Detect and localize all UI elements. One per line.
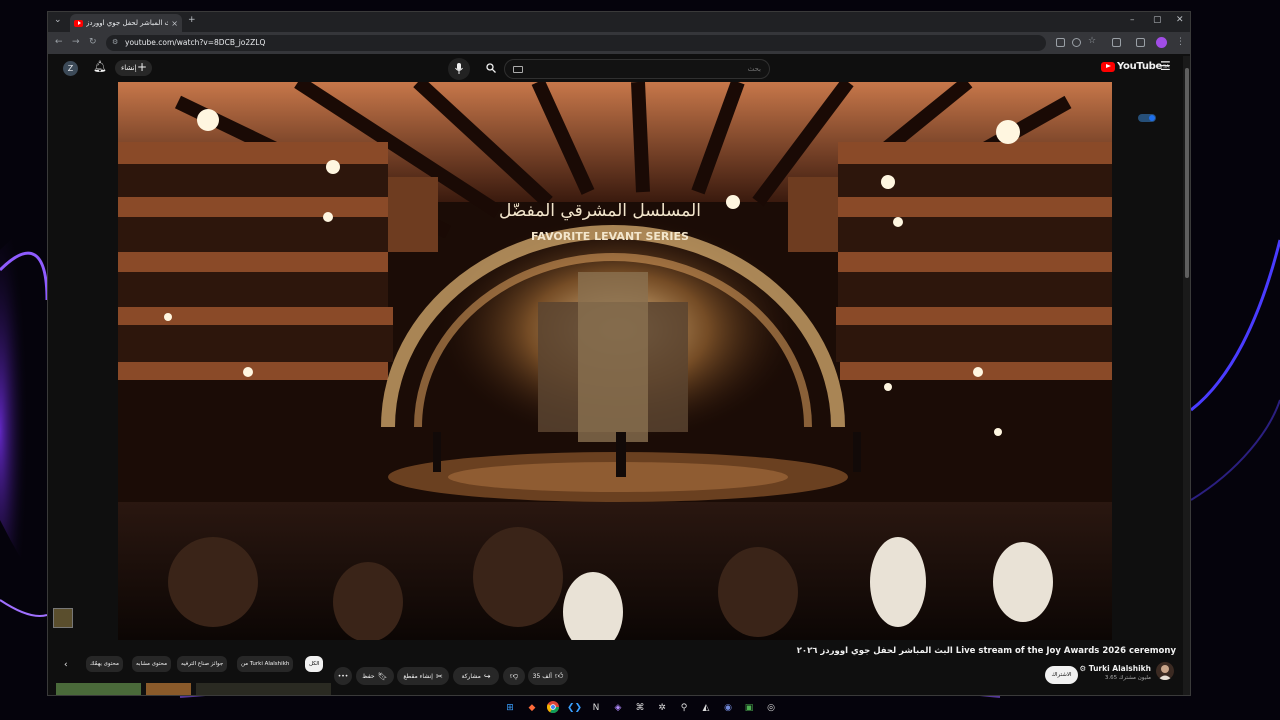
recommendation-thumbnails [56,683,336,695]
youtube-logo-icon [1101,61,1115,72]
verified-icon: ⚙ [1079,664,1089,673]
app-icon-12[interactable]: ◎ [764,701,778,715]
thumbnail-1[interactable] [56,683,141,695]
save-button[interactable]: حفظ 🔖︎ [356,667,394,685]
youtube-header: Z 🔔︎ إنشاء + بحث YouTube SA ☰ [48,54,1184,82]
channel-avatar[interactable] [1156,662,1174,680]
miniplayer-thumbnail[interactable] [53,608,73,628]
account-avatar[interactable]: Z [63,61,78,76]
minimize-button[interactable]: – [1130,15,1135,25]
notifications-bell-icon[interactable]: 🔔︎ [93,60,107,73]
privacy-icon[interactable] [1072,38,1081,47]
chrome-icon[interactable] [546,701,560,715]
keyboard-icon[interactable] [513,66,523,73]
like-count: 35 ألف [532,672,552,680]
tab-title: البث المباشر لحفل جوي اووردز [86,19,168,27]
clip-button[interactable]: إنشاء مقطع ✂ [397,667,449,685]
start-icon[interactable]: ⊞ [503,701,517,715]
video-player[interactable]: المسلسل المشرقي المفضّل FAVORITE LEVANT … [118,82,1112,640]
vscode-icon[interactable]: ❮❯ [567,701,582,715]
scrollbar-thumb[interactable] [1185,68,1189,278]
autoplay-toggle[interactable] [1138,114,1156,122]
thumbnail-3[interactable] [196,683,331,695]
terminal-icon[interactable]: ▣ [742,701,756,715]
chip-awards[interactable]: جوائز صناع الترفيه [177,656,228,672]
page-scrollbar[interactable] [1183,56,1190,695]
reload-icon[interactable]: ↻ [89,37,97,47]
chevron-left-icon[interactable]: ‹ [64,660,68,670]
like-button[interactable]: 35 ألف 👍︎ [528,667,568,685]
chip-related[interactable]: محتوى مشابه [132,656,172,672]
menu-kebab-icon[interactable]: ⋮ [1176,37,1185,47]
stage-sign-english: FAVORITE LEVANT SERIES [531,230,689,243]
create-button[interactable]: إنشاء + [115,60,152,76]
microphone-icon [455,62,463,74]
bookmark-star-icon[interactable]: ☆ [1088,36,1096,46]
thumbs-down-icon: 👎︎ [509,671,519,680]
browser-toolbar: ← → ↻ ⚙ youtube.com/watch?v=8DCB_jo2ZLQ … [48,32,1190,54]
close-window-button[interactable]: ✕ [1176,15,1184,25]
chip-for-you[interactable]: محتوى يهمّك [86,656,123,672]
address-bar[interactable]: ⚙ youtube.com/watch?v=8DCB_jo2ZLQ [106,35,1046,51]
scissors-icon: ✂ [435,671,443,681]
thumbnail-2[interactable] [146,683,191,695]
app-icon-9[interactable]: ◭ [699,701,713,715]
app-icon-7[interactable]: ✲ [655,701,669,715]
browser-window: ⌄ البث المباشر لحفل جوي اووردز × + – ▢ ✕… [47,11,1191,696]
tab-close-icon[interactable]: × [171,19,178,28]
thumbs-up-icon: 👍︎ [554,671,564,680]
dislike-button[interactable]: 👎︎ [503,667,525,685]
clip-label: إنشاء مقطع [403,672,433,680]
bookmark-icon: 🔖︎ [377,671,388,681]
stage-sign-arabic: المسلسل المشرقي المفضّل [499,201,701,221]
desktop: ⌄ البث المباشر لحفل جوي اووردز × + – ▢ ✕… [0,0,1280,720]
app-icon-8[interactable]: ⚲ [677,701,691,715]
voice-search-button[interactable] [448,58,470,80]
cast-icon[interactable] [1056,38,1065,47]
search-placeholder: بحث [747,65,761,73]
subscribe-button[interactable]: الاشتراك [1045,666,1078,684]
create-label: إنشاء [121,64,137,72]
share-label: مشاركة [461,672,481,680]
youtube-logo-text: YouTube [1117,61,1162,72]
new-tab-button[interactable]: + [188,15,196,25]
hamburger-menu-icon[interactable]: ☰ [1160,59,1171,73]
chrome-logo [546,701,559,714]
search-input[interactable]: بحث [504,59,770,79]
channel-name-text: Turki Alalshikh [1088,664,1151,673]
video-frame: المسلسل المشرقي المفضّل FAVORITE LEVANT … [118,82,1112,640]
discord-icon[interactable]: ◉ [721,701,735,715]
url-text: youtube.com/watch?v=8DCB_jo2ZLQ [125,38,266,47]
site-info-icon[interactable]: ⚙ [112,38,118,46]
notion-icon[interactable]: N [589,701,603,715]
obsidian-icon[interactable]: ◈ [611,701,625,715]
brave-icon[interactable]: ◆ [525,701,539,715]
extensions-icon[interactable] [1112,38,1121,47]
tab-youtube[interactable]: البث المباشر لحفل جوي اووردز × [70,14,182,32]
taskbar: ⊞ ◆ ❮❯ N ◈ ⌘ ✲ ⚲ ◭ ◉ ▣ ◎ [0,697,1280,720]
tab-search-icon[interactable]: ⌄ [54,15,62,25]
channel-avatar-image [1156,662,1174,680]
reading-list-icon[interactable] [1136,38,1145,47]
chip-from-channel[interactable]: من Turki Alalshikh [237,656,294,672]
search-icon [486,63,496,73]
search-button[interactable] [478,59,504,79]
maximize-button[interactable]: ▢ [1153,15,1162,25]
forward-icon[interactable]: → [72,37,80,47]
plus-icon: + [136,60,147,74]
youtube-logo[interactable]: YouTube SA [1101,61,1169,72]
youtube-favicon-icon [74,19,83,27]
save-label: حفظ [362,672,375,680]
video-title: البث المباشر لحفل جوي اووردز ٢٠٢٦ Live s… [796,646,1176,656]
back-icon[interactable]: ← [55,37,63,47]
app-icon-6[interactable]: ⌘ [633,701,647,715]
chip-all[interactable]: الكل [305,656,324,672]
profile-avatar-icon[interactable] [1156,37,1167,48]
tab-bar: ⌄ البث المباشر لحفل جوي اووردز × + – ▢ ✕ [48,12,1190,32]
recommendation-chips: الكل من Turki Alalshikh جوائز صناع الترف… [48,656,338,674]
share-arrow-icon: ↪ [483,671,491,681]
share-button[interactable]: مشاركة ↪ [453,667,499,685]
